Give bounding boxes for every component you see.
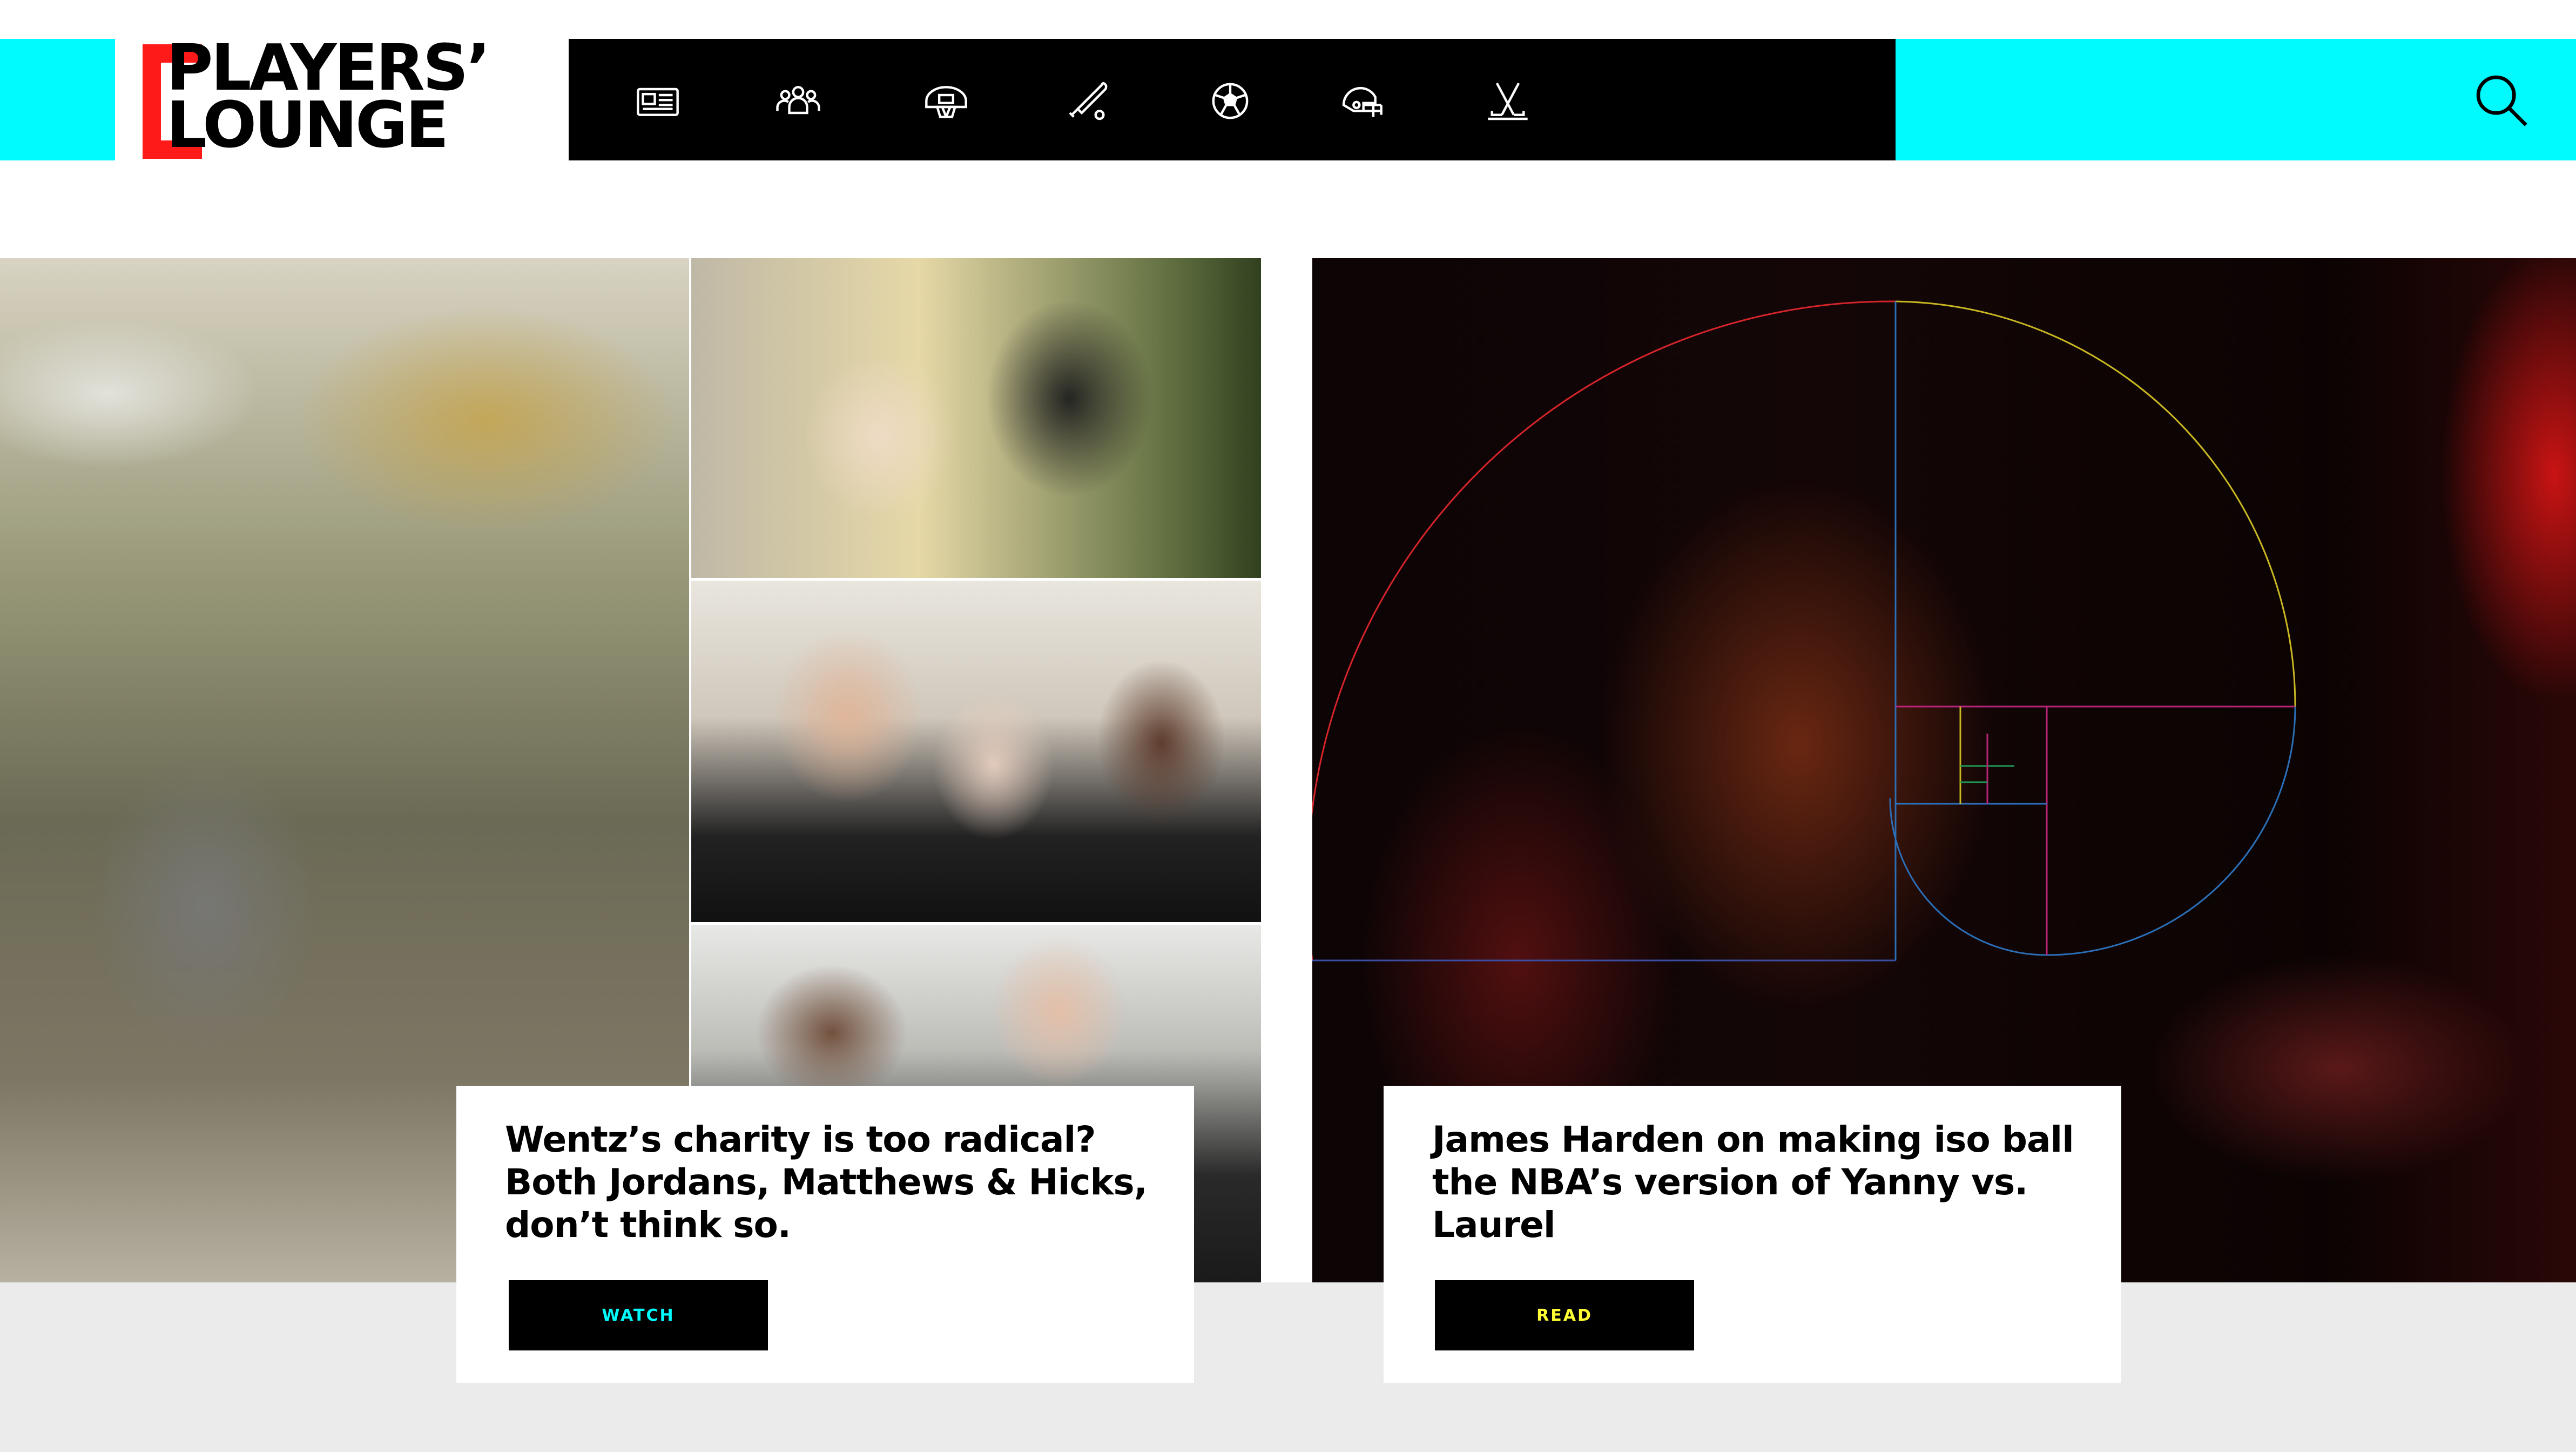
read-button[interactable]: READ: [1435, 1280, 1694, 1350]
search-icon[interactable]: [2472, 71, 2530, 129]
story-card-2[interactable]: James Harden on making iso ball the NBA’…: [1384, 1086, 2121, 1383]
story-2-headline[interactable]: James Harden on making iso ball the NBA’…: [1432, 1118, 2080, 1246]
football-helmet-icon[interactable]: [1336, 75, 1387, 127]
story-1-headline[interactable]: Wentz’s charity is too radical? Both Jor…: [505, 1118, 1153, 1246]
category-nav: [569, 39, 1896, 160]
baseball-bat-icon[interactable]: [1062, 75, 1114, 127]
people-icon[interactable]: [772, 75, 824, 127]
basketball-hoop-icon[interactable]: [920, 75, 972, 127]
soccer-ball-icon[interactable]: [1204, 75, 1256, 127]
hockey-sticks-icon[interactable]: [1482, 75, 1534, 127]
newspaper-icon[interactable]: [632, 75, 684, 127]
story-card-1[interactable]: Wentz’s charity is too radical? Both Jor…: [456, 1086, 1194, 1383]
header-accent-left: [0, 39, 115, 160]
page-footer-band: [0, 1282, 2576, 1452]
story-1-photo-top[interactable]: [691, 258, 1261, 578]
story-1-photo-middle[interactable]: [691, 581, 1261, 922]
logo-text-lounge: LOUNGE: [166, 88, 449, 162]
site-logo[interactable]: PLAYERS’ LOUNGE: [137, 32, 553, 169]
watch-button[interactable]: WATCH: [509, 1280, 768, 1350]
